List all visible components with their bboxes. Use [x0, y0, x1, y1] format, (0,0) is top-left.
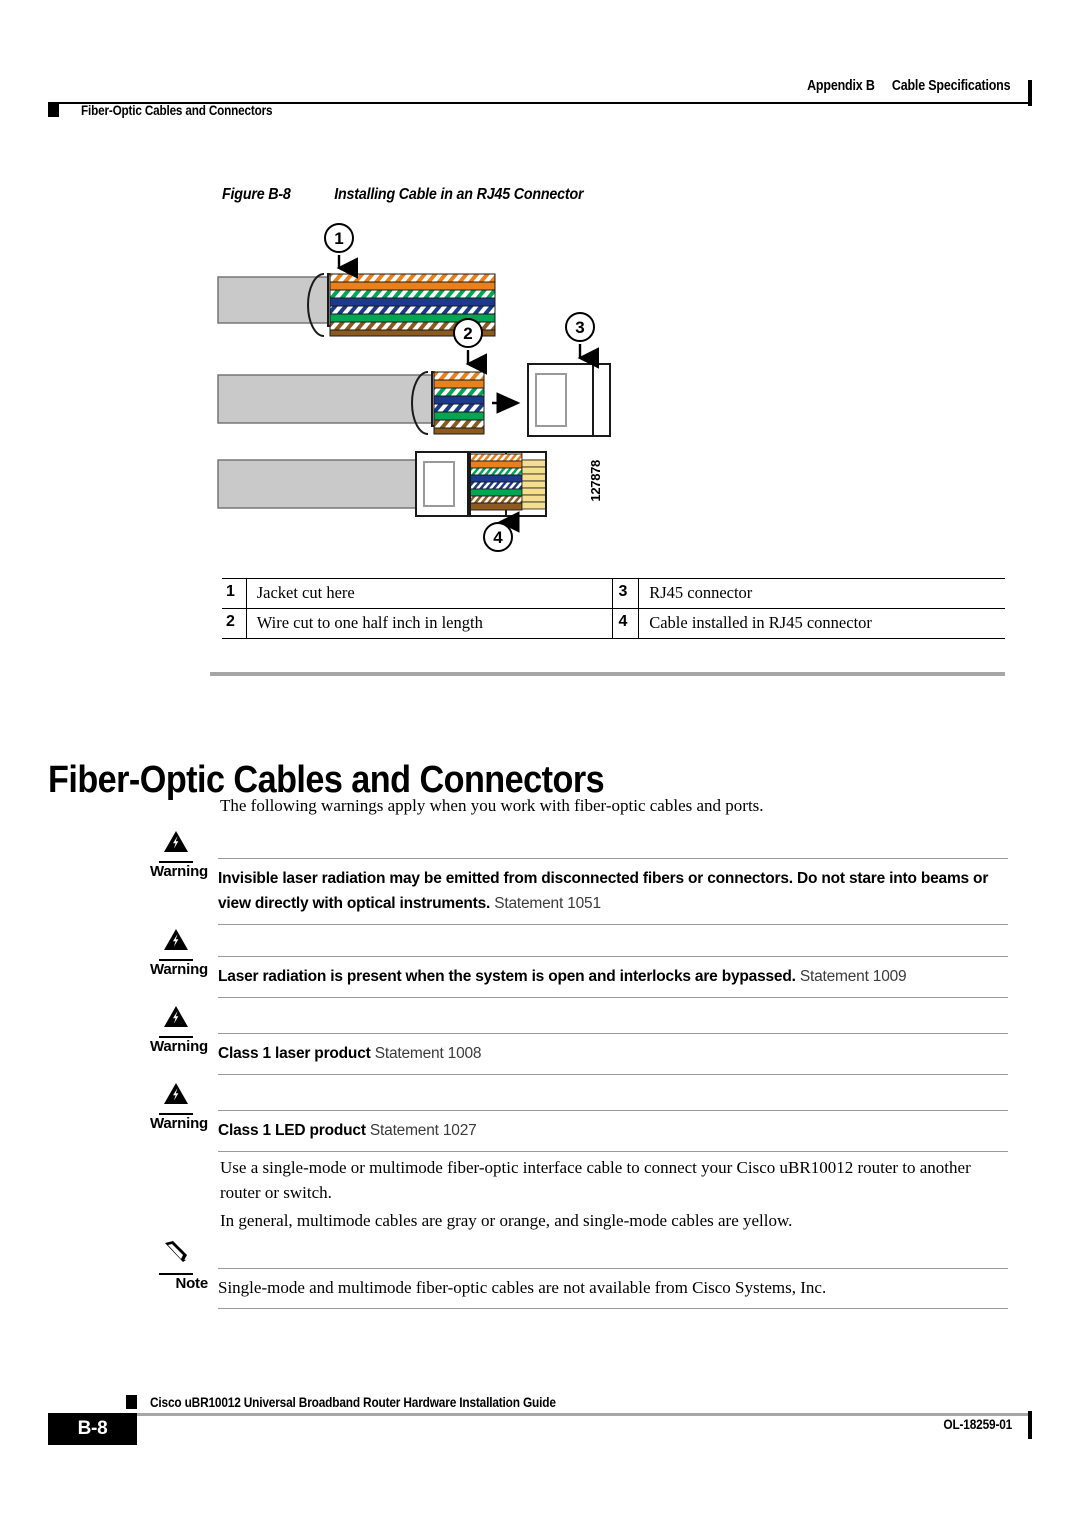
footer-guide-title: Cisco uBR10012 Universal Broadband Route… [150, 1395, 556, 1410]
warning-triangle-icon [154, 830, 198, 863]
legend-text-3: RJ45 connector [638, 578, 1005, 609]
figure-legend-table: 1 Jacket cut here 3 RJ45 connector 2 Wir… [222, 578, 1005, 639]
warning-text-3: Class 1 laser product Statement 1008 [218, 1033, 1008, 1075]
callout-4: 4 [493, 528, 503, 547]
warning-label-2: Warning [149, 961, 208, 978]
table-row: 1 Jacket cut here 3 RJ45 connector [222, 578, 1005, 609]
warning-message-4: Class 1 LED product [218, 1122, 366, 1139]
warning-statement-3: Statement 1008 [374, 1045, 482, 1062]
warning-message-3: Class 1 laser product [218, 1045, 371, 1062]
figure-number: Figure B-8 [222, 186, 291, 203]
table-row: 2 Wire cut to one half inch in length 4 … [222, 608, 1005, 639]
warning-statement-1: Statement 1051 [494, 895, 601, 912]
section-divider [210, 672, 1005, 676]
footer-rule [126, 1413, 1032, 1416]
figure-art-id: 127878 [588, 460, 603, 502]
warning-text-2: Laser radiation is present when the syst… [218, 956, 1008, 998]
figure-title: Installing Cable in an RJ45 Connector [334, 186, 584, 203]
legend-number-3: 3 [611, 578, 640, 609]
warning-text-4: Class 1 LED product Statement 1027 [218, 1110, 1008, 1152]
warning-text-1: Invisible laser radiation may be emitted… [218, 858, 1008, 925]
rj45-connector-empty [527, 363, 611, 437]
callout-3: 3 [575, 318, 584, 337]
legend-number-2: 2 [222, 608, 247, 639]
page-header: Appendix B Cable Specifications Fiber-Opt… [48, 78, 1032, 128]
warning-triangle-icon [154, 1005, 198, 1038]
header-section: Cable Specifications [891, 78, 1010, 94]
header-right-text: Appendix B Cable Specifications [807, 78, 1010, 94]
warning-label-4: Warning [149, 1115, 208, 1132]
pencil-icon [154, 1240, 198, 1275]
legend-text-2: Wire cut to one half inch in length [246, 608, 612, 639]
legend-text-4: Cable installed in RJ45 connector [638, 608, 1005, 639]
callout-1: 1 [334, 229, 343, 248]
legend-text-1: Jacket cut here [246, 578, 612, 609]
header-running-head: Fiber-Optic Cables and Connectors [81, 103, 273, 118]
footer-page-number: B-8 [48, 1413, 137, 1445]
body-paragraph-2: In general, multimode cables are gray or… [220, 1211, 793, 1230]
figure-caption: Figure B-8 Installing Cable in an RJ45 Co… [222, 186, 584, 204]
body-paragraph-1: Use a single-mode or multimode fiber-opt… [220, 1158, 971, 1202]
figure-illustration: 1 2 3 4 [210, 222, 850, 552]
warning-triangle-icon [154, 1082, 198, 1115]
footer-edge-tick [1028, 1411, 1032, 1439]
header-bullet-square-icon [48, 104, 59, 117]
note-label: Note [175, 1275, 208, 1292]
header-appendix: Appendix B [806, 78, 875, 94]
page-footer: Cisco uBR10012 Universal Broadband Route… [48, 1395, 1032, 1457]
legend-number-4: 4 [611, 608, 640, 639]
footer-bullet-square-icon [126, 1395, 137, 1409]
warning-message-2: Laser radiation is present when the syst… [218, 968, 796, 985]
cable-step-1: 1 [217, 223, 496, 337]
warning-label-3: Warning [149, 1038, 208, 1055]
warning-triangle-icon [154, 928, 198, 961]
header-edge-tick [1028, 80, 1032, 106]
note-text: Single-mode and multimode fiber-optic ca… [218, 1268, 1008, 1309]
warning-statement-4: Statement 1027 [369, 1122, 477, 1139]
callout-4-group: 4 [483, 522, 513, 552]
warning-label-1: Warning [149, 863, 208, 880]
section-intro-paragraph: The following warnings apply when you wo… [220, 796, 764, 815]
warning-statement-2: Statement 1009 [799, 968, 907, 985]
legend-number-1: 1 [222, 578, 247, 609]
warning-message-1: Invisible laser radiation may be emitted… [218, 870, 989, 912]
callout-2: 2 [463, 324, 472, 343]
footer-document-id: OL-18259-01 [943, 1417, 1012, 1432]
